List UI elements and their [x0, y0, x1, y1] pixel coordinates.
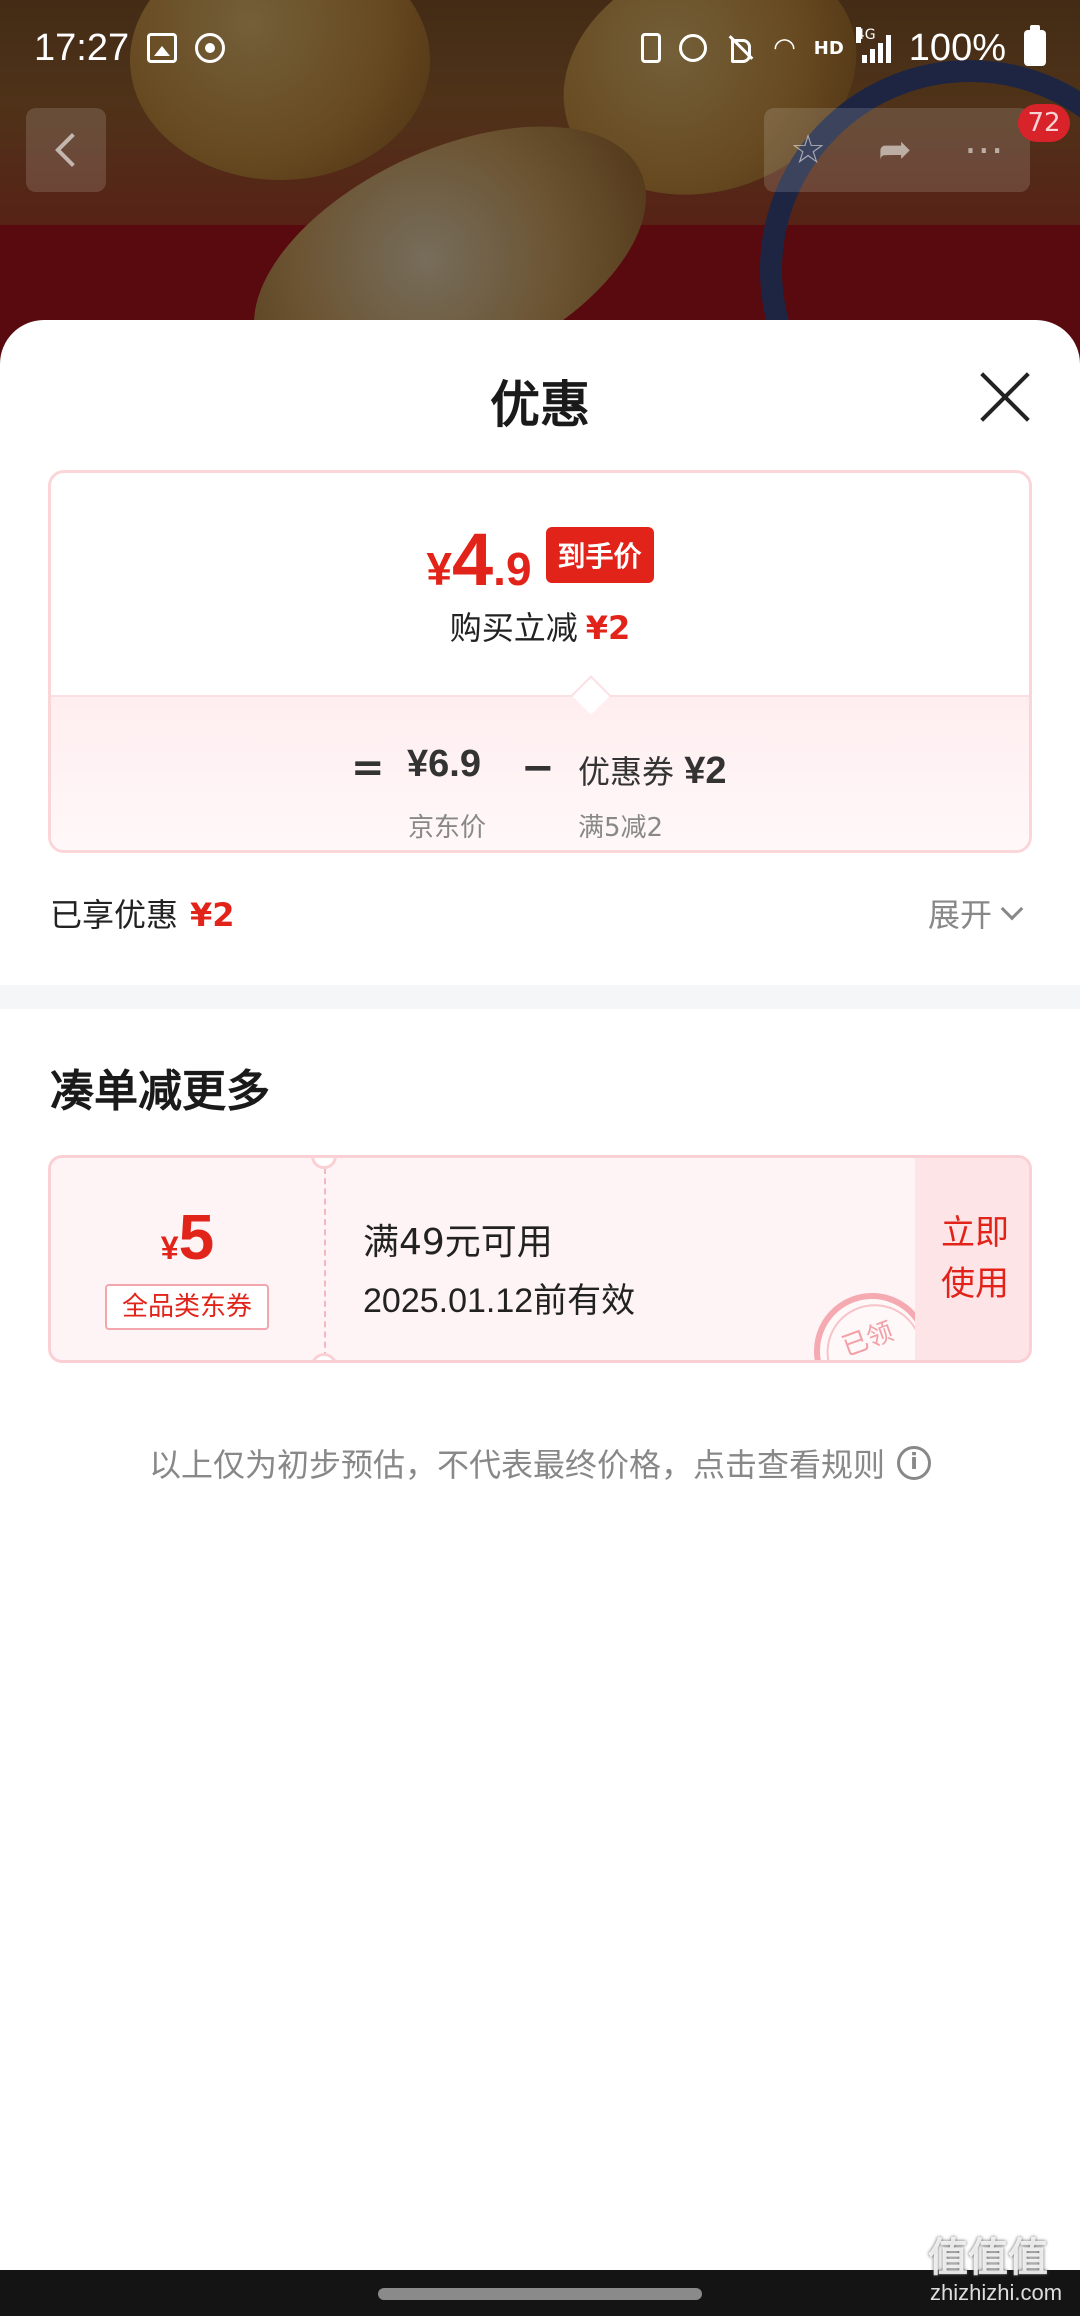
instant-discount-row: 购买立减 ¥2 [51, 603, 1029, 649]
coupon-deduction-label: 优惠券 [578, 753, 675, 791]
section-divider [0, 985, 1080, 1009]
instant-discount-amount: ¥2 [585, 609, 631, 647]
final-price-decimal: .9 [493, 543, 532, 595]
coupon-amount: ¥5 [51, 1200, 324, 1274]
gallery-icon [147, 33, 178, 63]
watermark-site: zhizhizhi.com [930, 2280, 1063, 2305]
use-now-line1: 立即 [941, 1213, 1009, 1253]
price-breakdown-card: ¥4.9 到手价 购买立减 ¥2 = ¥6.9 京东价 − 优惠券 ¥2 满5减2 [48, 470, 1032, 853]
instant-discount-label: 购买立减 [449, 609, 578, 647]
cart-badge: 72 [1018, 104, 1070, 142]
coupon-type-badge: 全品类东券 [105, 1284, 269, 1330]
final-price: ¥4.9 [426, 523, 531, 597]
minus-sign: − [521, 745, 555, 791]
more-discount-title: 凑单减更多 [50, 1066, 270, 1117]
share-icon[interactable]: ➦ [878, 127, 912, 173]
battery-saver-icon [641, 33, 662, 63]
coupon-value: ¥5 全品类东券 [51, 1158, 324, 1360]
more-icon[interactable]: ⋯ [964, 127, 1004, 173]
signal-icon: 4G [855, 27, 891, 63]
coupon-validity: 2025.01.12前有效 [363, 1282, 636, 1320]
enjoyed-label: 已享优惠 [50, 896, 179, 934]
coupon-currency: ¥ [160, 1230, 179, 1266]
equals-sign: = [351, 745, 385, 791]
watermark-logo: 值值值 [928, 2235, 1048, 2281]
base-price: ¥6.9 [407, 743, 481, 785]
disclaimer-text: 以上仅为初步预估，不代表最终价格，点击查看规则 [148, 1446, 885, 1484]
battery-icon [1024, 25, 1046, 66]
expand-label: 展开 [928, 896, 993, 934]
enjoyed-discount: 已享优惠 ¥2 [50, 890, 235, 936]
discount-sheet: 优惠 ¥4.9 到手价 购买立减 ¥2 = ¥6.9 京东价 − 优惠券 ¥2 满… [0, 320, 1080, 2270]
final-price-row: ¥4.9 到手价 [51, 523, 1029, 597]
final-price-tag: 到手价 [545, 527, 654, 583]
chevron-down-icon [1000, 897, 1024, 921]
info-icon: i [897, 1446, 931, 1480]
product-top-nav: ☆ ➦ ⋯ 72 [0, 104, 1080, 200]
hd-label: HD [813, 37, 844, 59]
alarm-icon [679, 34, 708, 62]
home-gesture-bar[interactable] [378, 2288, 702, 2300]
price-formula: = ¥6.9 京东价 − 优惠券 ¥2 满5减2 [51, 695, 1029, 850]
close-icon[interactable] [978, 370, 1032, 424]
mute-icon [725, 33, 755, 63]
status-time: 17:27 [34, 26, 130, 69]
base-price-label: 京东价 [408, 813, 487, 843]
status-bar: 17:27 ◠ HD 4G 100% [0, 0, 1080, 96]
coupon-number: 5 [178, 1201, 215, 1273]
coupon-deduction-amount: ¥2 [684, 750, 727, 792]
use-now-button[interactable]: 立即 使用 [915, 1158, 1029, 1360]
system-nav-bar [0, 2270, 1080, 2316]
coupon-condition: 满5减2 [578, 813, 664, 843]
back-button[interactable] [26, 108, 106, 192]
coupon-card: ¥5 全品类东券 满49元可用 2025.01.12前有效 已领 立即 使用 [48, 1155, 1032, 1363]
sheet-title: 优惠 [490, 376, 590, 434]
sync-icon [195, 33, 226, 63]
use-now-line2: 使用 [941, 1264, 1009, 1304]
expand-button[interactable]: 展开 [928, 890, 1024, 936]
coupon-condition-text: 满49元可用 [363, 1222, 553, 1263]
coupon-deduction: 优惠券 ¥2 [578, 747, 726, 793]
final-price-integer: 4 [452, 518, 494, 601]
rules-link[interactable]: 以上仅为初步预估，不代表最终价格，点击查看规则 i [0, 1440, 1080, 1486]
final-price-currency: ¥ [426, 543, 453, 595]
wifi-icon: ◠ [773, 33, 796, 63]
coupon-separator [324, 1168, 326, 1358]
battery-percent: 100% [908, 26, 1006, 69]
enjoyed-amount: ¥2 [190, 896, 235, 934]
nav-actions: ☆ ➦ ⋯ [764, 108, 1030, 192]
favorite-icon[interactable]: ☆ [790, 127, 826, 173]
network-type: 4G [855, 27, 876, 43]
